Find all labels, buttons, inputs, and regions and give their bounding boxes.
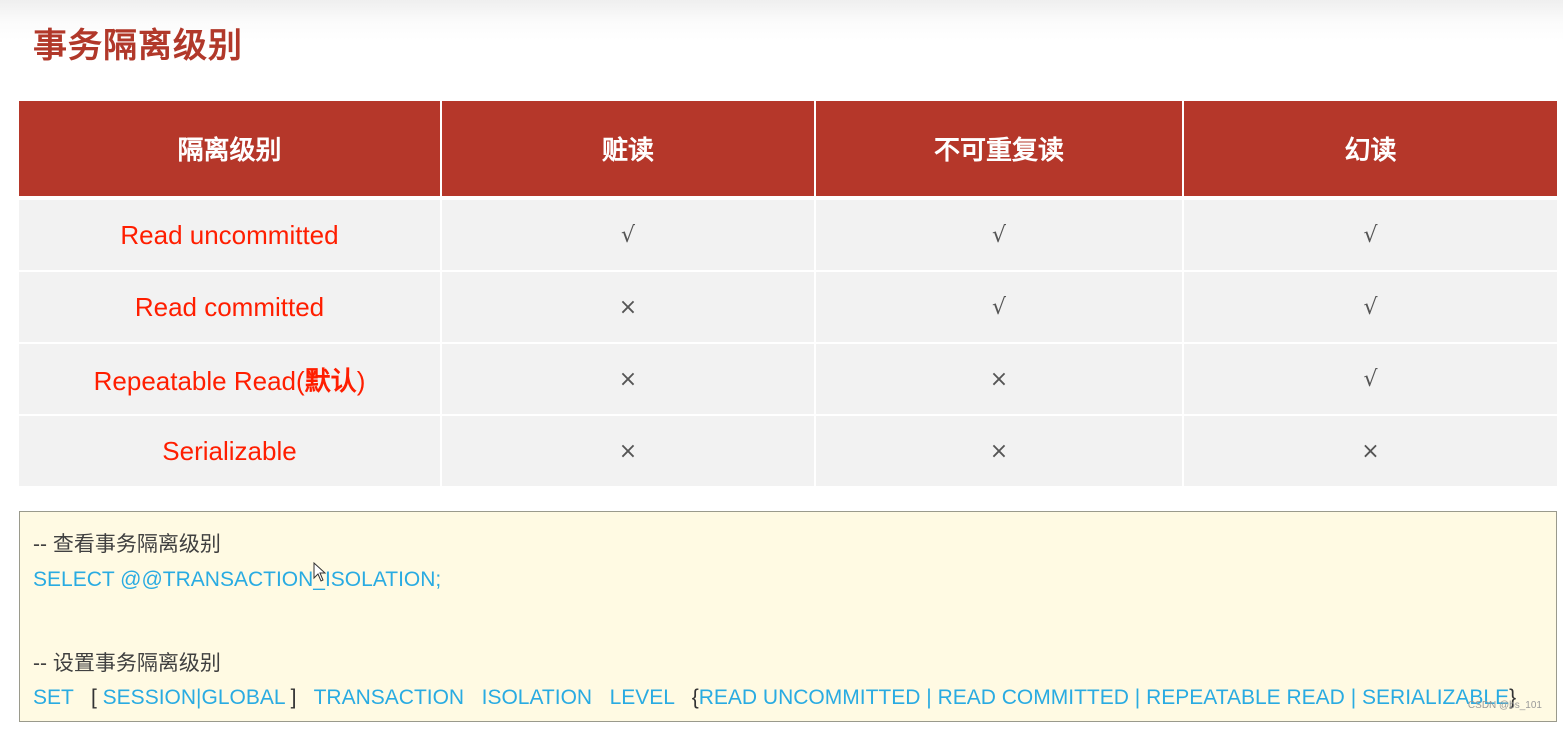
set-isolation-statement: SET [ SESSION | GLOBAL ] TRANSACTION ISOLA…: [33, 686, 1516, 710]
kw-transaction: TRANSACTION: [313, 686, 465, 709]
cross-icon: ×: [989, 367, 1009, 392]
level-cell: Read committed: [19, 272, 442, 344]
check-icon: √: [1363, 295, 1378, 320]
dirty-read-cell: √: [442, 200, 816, 272]
cross-icon: ×: [618, 439, 638, 464]
phantom-read-cell: √: [1184, 272, 1557, 344]
table-row: Read uncommitted √ √ √: [19, 200, 1557, 272]
open-brace: {: [691, 686, 699, 709]
header-isolation-level: 隔离级别: [19, 101, 442, 200]
level-name: Read uncommitted: [120, 219, 339, 250]
header-non-repeatable-read: 不可重复读: [816, 101, 1184, 200]
separator: |: [1134, 686, 1141, 709]
cross-icon: ×: [1361, 439, 1380, 464]
check-icon: √: [991, 295, 1007, 320]
separator: |: [1350, 686, 1357, 709]
level-name: Read committed: [134, 291, 325, 322]
level-close-paren: ): [356, 365, 366, 396]
phantom-read-cell: √: [1184, 344, 1557, 416]
non-repeatable-read-cell: ×: [816, 416, 1184, 486]
mouse-cursor-icon: [313, 562, 327, 582]
close-bracket: ]: [290, 686, 297, 709]
cross-icon: ×: [618, 367, 638, 392]
phantom-read-cell: ×: [1184, 416, 1557, 486]
level-cell: Repeatable Read(默认): [19, 344, 442, 416]
table-row: Serializable × × ×: [19, 416, 1557, 486]
kw-isolation: ISOLATION: [481, 686, 593, 709]
watermark: CSDN @bs_101: [1467, 700, 1542, 711]
select-isolation-statement: SELECT @@TRANSACTION_ISOLATION;: [33, 568, 442, 591]
comment-view-isolation: -- 查看事务隔离级别: [33, 533, 221, 556]
page-title: 事务隔离级别: [33, 26, 243, 66]
dirty-read-cell: ×: [442, 272, 816, 344]
check-icon: √: [991, 223, 1007, 248]
non-repeatable-read-cell: √: [816, 272, 1184, 344]
check-icon: √: [620, 223, 636, 248]
separator: |: [926, 686, 932, 709]
cross-icon: ×: [989, 439, 1009, 464]
header-phantom-read: 幻读: [1184, 101, 1557, 200]
non-repeatable-read-cell: √: [816, 200, 1184, 272]
header-dirty-read: 赃读: [442, 101, 816, 200]
table-header-row: 隔离级别 赃读 不可重复读 幻读: [19, 101, 1557, 200]
level-name: Serializable: [162, 435, 297, 466]
comment-set-isolation: -- 设置事务隔离级别: [33, 652, 221, 675]
table-row: Repeatable Read(默认) × × √: [19, 344, 1557, 416]
phantom-read-cell: √: [1184, 200, 1557, 272]
kw-set: SET: [33, 686, 74, 709]
non-repeatable-read-cell: ×: [816, 344, 1184, 416]
default-badge: 默认: [304, 365, 357, 396]
open-bracket: [: [90, 686, 97, 709]
kw-level: LEVEL: [609, 686, 675, 709]
sql-code-box: -- 查看事务隔离级别 SELECT @@TRANSACTION_ISOLATI…: [19, 511, 1557, 722]
dirty-read-cell: ×: [442, 344, 816, 416]
check-icon: √: [1363, 367, 1378, 392]
opt-read-uncommitted: READ UNCOMMITTED: [698, 686, 921, 709]
opt-read-committed: READ COMMITTED: [937, 686, 1129, 709]
table-row: Read committed × √ √: [19, 272, 1557, 344]
isolation-level-table: 隔离级别 赃读 不可重复读 幻读 Read uncommitted √ √ √ …: [19, 101, 1557, 486]
kw-session: SESSION: [102, 686, 197, 709]
level-cell: Serializable: [19, 416, 442, 486]
level-cell: Read uncommitted: [19, 200, 442, 272]
kw-global: GLOBAL: [201, 686, 285, 709]
opt-repeatable-read: REPEATABLE READ: [1146, 686, 1345, 709]
cross-icon: ×: [618, 295, 638, 320]
dirty-read-cell: ×: [442, 416, 816, 486]
check-icon: √: [1363, 223, 1378, 248]
level-name: Repeatable Read(: [93, 365, 305, 396]
